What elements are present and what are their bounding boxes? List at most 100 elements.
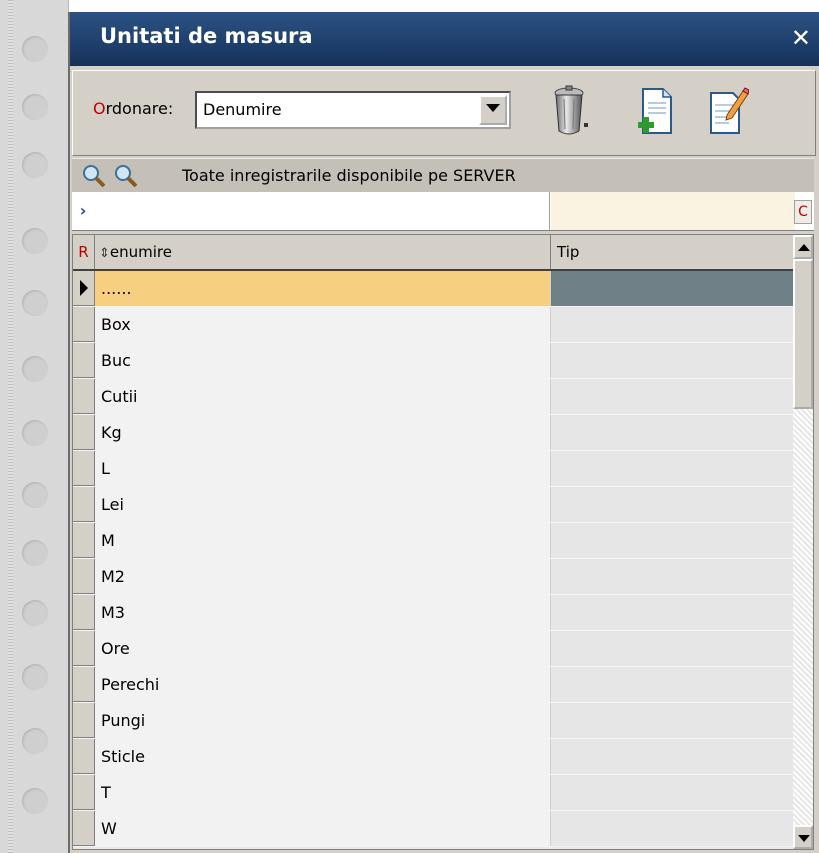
cell-denumire[interactable]: Box bbox=[95, 307, 551, 342]
table-row[interactable]: M bbox=[73, 523, 793, 559]
delete-button[interactable] bbox=[551, 83, 595, 139]
cell-tip[interactable] bbox=[551, 271, 793, 306]
search-all-icon[interactable] bbox=[114, 164, 138, 188]
refresh-button[interactable]: R bbox=[73, 235, 95, 269]
edit-button[interactable] bbox=[705, 83, 750, 139]
row-indicator[interactable] bbox=[73, 775, 95, 810]
table-row[interactable]: T bbox=[73, 775, 793, 811]
cell-denumire[interactable]: Pungi bbox=[95, 703, 551, 738]
scroll-down-button[interactable] bbox=[793, 825, 813, 849]
row-indicator[interactable] bbox=[73, 523, 95, 558]
row-indicator[interactable] bbox=[73, 703, 95, 738]
row-indicator[interactable] bbox=[73, 415, 95, 450]
ring bbox=[22, 728, 48, 754]
table-row[interactable]: L bbox=[73, 451, 793, 487]
cell-denumire[interactable]: M3 bbox=[95, 595, 551, 630]
cell-tip[interactable] bbox=[551, 487, 793, 522]
row-indicator[interactable] bbox=[73, 559, 95, 594]
row-indicator[interactable] bbox=[73, 667, 95, 702]
window-title: Unitati de masura bbox=[100, 24, 313, 48]
row-indicator[interactable] bbox=[73, 307, 95, 342]
cell-denumire[interactable]: Kg bbox=[95, 415, 551, 450]
dropdown-button[interactable] bbox=[479, 95, 507, 125]
table-row[interactable]: Box bbox=[73, 307, 793, 343]
vertical-scrollbar[interactable] bbox=[793, 235, 813, 849]
current-row-icon bbox=[80, 280, 88, 296]
ring bbox=[22, 600, 48, 626]
cell-tip[interactable] bbox=[551, 451, 793, 486]
cell-tip[interactable] bbox=[551, 559, 793, 594]
column-header-denumire[interactable]: ⇕enumire bbox=[95, 235, 551, 269]
cell-tip[interactable] bbox=[551, 415, 793, 450]
cell-denumire[interactable]: ...... bbox=[95, 271, 551, 306]
cell-denumire[interactable]: W bbox=[95, 811, 551, 846]
cell-denumire[interactable]: L bbox=[95, 451, 551, 486]
cell-tip[interactable] bbox=[551, 775, 793, 810]
table-row[interactable]: Lei bbox=[73, 487, 793, 523]
row-indicator[interactable] bbox=[73, 451, 95, 486]
table-row[interactable]: M2 bbox=[73, 559, 793, 595]
grid-rows: ...... Box Buc Cutii Kg L Lei M M2 M3 Or… bbox=[73, 271, 793, 847]
scroll-up-button[interactable] bbox=[793, 235, 813, 259]
order-label: Ordonare: bbox=[93, 99, 173, 118]
ring bbox=[22, 356, 48, 382]
order-select[interactable]: Denumire bbox=[195, 91, 511, 129]
ring bbox=[22, 540, 48, 566]
clear-filter-button[interactable]: C bbox=[794, 200, 812, 224]
table-row[interactable]: Sticle bbox=[73, 739, 793, 775]
cell-tip[interactable] bbox=[551, 595, 793, 630]
cell-tip[interactable] bbox=[551, 379, 793, 414]
cell-denumire[interactable]: Cutii bbox=[95, 379, 551, 414]
add-button[interactable] bbox=[633, 83, 677, 139]
ring bbox=[22, 664, 48, 690]
table-row[interactable]: Pungi bbox=[73, 703, 793, 739]
row-indicator[interactable] bbox=[73, 811, 95, 846]
cell-tip[interactable] bbox=[551, 667, 793, 702]
table-row[interactable]: M3 bbox=[73, 595, 793, 631]
row-indicator[interactable] bbox=[73, 379, 95, 414]
row-indicator[interactable] bbox=[73, 271, 95, 306]
close-icon[interactable]: ✕ bbox=[791, 24, 811, 52]
cell-denumire[interactable]: Lei bbox=[95, 487, 551, 522]
row-indicator[interactable] bbox=[73, 631, 95, 666]
cell-denumire[interactable]: Sticle bbox=[95, 739, 551, 774]
row-indicator[interactable] bbox=[73, 343, 95, 378]
cell-tip[interactable] bbox=[551, 523, 793, 558]
cell-denumire[interactable]: Ore bbox=[95, 631, 551, 666]
table-row[interactable]: Perechi bbox=[73, 667, 793, 703]
cell-tip[interactable] bbox=[551, 703, 793, 738]
scroll-thumb[interactable] bbox=[793, 259, 813, 409]
table-row[interactable]: Kg bbox=[73, 415, 793, 451]
cell-denumire[interactable]: M bbox=[95, 523, 551, 558]
cell-tip[interactable] bbox=[551, 307, 793, 342]
row-indicator[interactable] bbox=[73, 595, 95, 630]
column-header-tip[interactable]: Tip bbox=[551, 235, 799, 269]
cell-tip[interactable] bbox=[551, 631, 793, 666]
strip-edge bbox=[8, 0, 13, 853]
row-indicator[interactable] bbox=[73, 487, 95, 522]
cell-tip[interactable] bbox=[551, 739, 793, 774]
search-icon[interactable] bbox=[82, 164, 106, 188]
sort-icon: ⇕ bbox=[99, 246, 110, 261]
add-document-icon bbox=[638, 88, 672, 134]
cell-tip[interactable] bbox=[551, 811, 793, 846]
cell-denumire[interactable]: Buc bbox=[95, 343, 551, 378]
table-row[interactable]: W bbox=[73, 811, 793, 847]
chevron-down-icon bbox=[486, 104, 500, 112]
cell-denumire[interactable]: T bbox=[95, 775, 551, 810]
table-row[interactable]: Ore bbox=[73, 631, 793, 667]
order-select-value: Denumire bbox=[203, 100, 282, 119]
order-label-accel: O bbox=[93, 99, 106, 118]
table-row[interactable]: Buc bbox=[73, 343, 793, 379]
cell-denumire[interactable]: Perechi bbox=[95, 667, 551, 702]
table-row[interactable]: Cutii bbox=[73, 379, 793, 415]
filter-denumire-input[interactable] bbox=[94, 192, 550, 230]
filter-tip-input[interactable] bbox=[551, 192, 795, 230]
cell-tip[interactable] bbox=[551, 343, 793, 378]
title-bar[interactable]: Unitati de masura ✕ bbox=[70, 12, 819, 66]
ring bbox=[22, 152, 48, 178]
cell-denumire[interactable]: M2 bbox=[95, 559, 551, 594]
chevron-up-icon bbox=[798, 244, 810, 251]
table-row[interactable]: ...... bbox=[73, 271, 793, 307]
row-indicator[interactable] bbox=[73, 739, 95, 774]
